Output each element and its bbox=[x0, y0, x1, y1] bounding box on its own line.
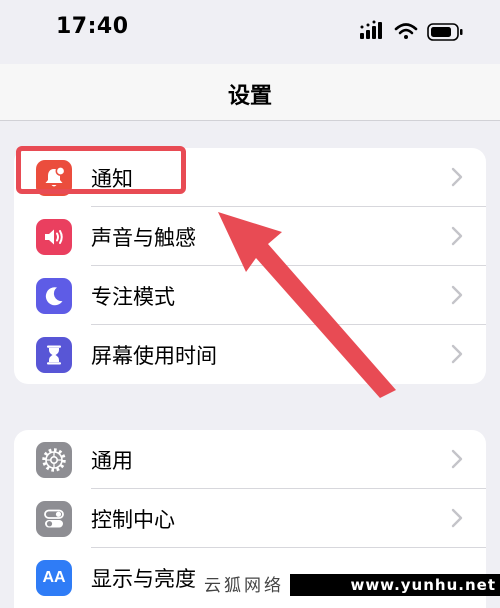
navigation-bar: 设置 bbox=[0, 64, 500, 121]
text-size-icon: AA bbox=[36, 560, 72, 596]
watermark-url: www.yunhu.net bbox=[290, 574, 500, 596]
settings-item-label: 专注模式 bbox=[91, 285, 175, 309]
wifi-icon bbox=[394, 23, 418, 39]
hourglass-icon bbox=[36, 337, 72, 373]
battery-icon bbox=[427, 23, 463, 41]
chevron-right-icon bbox=[451, 226, 463, 246]
chevron-right-icon bbox=[451, 508, 463, 528]
moon-icon bbox=[36, 278, 72, 314]
chevron-right-icon bbox=[451, 285, 463, 305]
chevron-right-icon bbox=[451, 167, 463, 187]
chevron-right-icon bbox=[451, 344, 463, 364]
settings-item-control-center[interactable]: 控制中心 bbox=[14, 489, 486, 548]
page-title: 设置 bbox=[227, 84, 272, 109]
settings-item-label: 声音与触感 bbox=[91, 226, 196, 250]
status-icons bbox=[360, 20, 470, 44]
chevron-right-icon bbox=[451, 449, 463, 469]
settings-item-notifications[interactable]: 通知 bbox=[14, 148, 486, 207]
watermark-brand: 云狐网络 bbox=[204, 576, 284, 596]
toggles-icon bbox=[36, 501, 72, 537]
status-time: 17:40 bbox=[56, 14, 129, 39]
settings-item-label: 控制中心 bbox=[91, 508, 175, 532]
settings-item-focus[interactable]: 专注模式 bbox=[14, 266, 486, 325]
bell-badge-icon bbox=[36, 160, 72, 196]
speaker-icon bbox=[36, 219, 72, 255]
settings-item-sounds-haptics[interactable]: 声音与触感 bbox=[14, 207, 486, 266]
settings-item-label: 通知 bbox=[91, 167, 133, 191]
status-bar: 17:40 bbox=[0, 0, 500, 64]
settings-item-label: 显示与亮度 bbox=[91, 567, 196, 591]
gear-icon bbox=[36, 442, 72, 478]
settings-item-screen-time[interactable]: 屏幕使用时间 bbox=[14, 325, 486, 384]
settings-item-general[interactable]: 通用 bbox=[14, 430, 486, 489]
settings-group-1: 通知 声音与触感 专注模式 屏幕使用时间 bbox=[14, 148, 486, 384]
cellular-signal-icon bbox=[360, 20, 382, 39]
settings-item-label: 通用 bbox=[91, 449, 133, 473]
settings-item-label: 屏幕使用时间 bbox=[91, 344, 217, 368]
text-size-icon-glyph: AA bbox=[42, 569, 66, 586]
